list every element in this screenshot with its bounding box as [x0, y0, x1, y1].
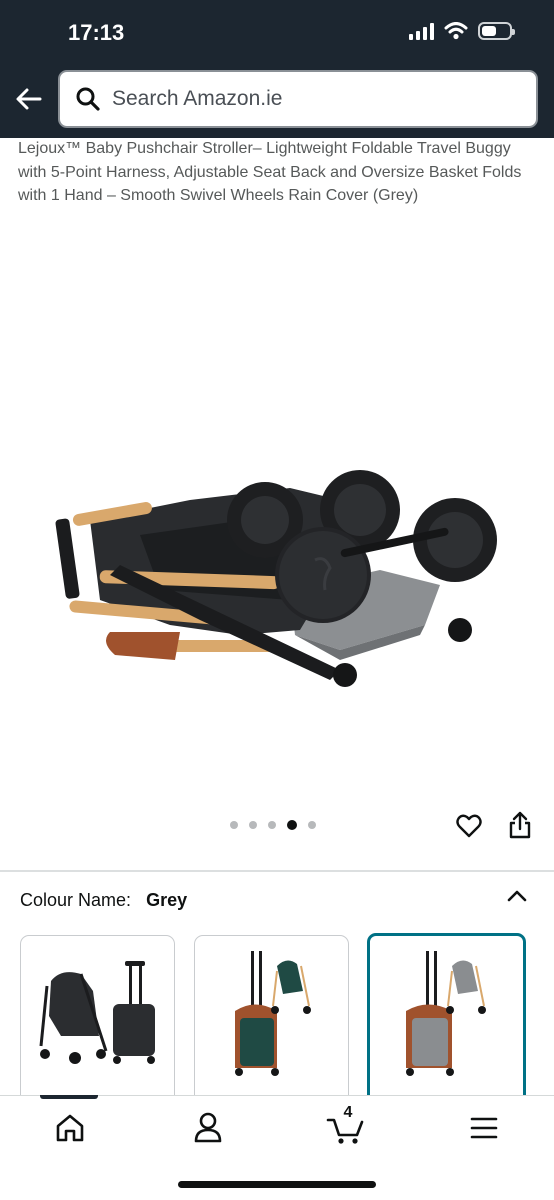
- carousel-dot-active[interactable]: [287, 820, 297, 830]
- swatch-image: [406, 951, 486, 1076]
- colour-selector-header[interactable]: Colour Name: Grey: [20, 890, 187, 911]
- product-title: Lejoux™ Baby Pushchair Stroller– Lightwe…: [18, 140, 522, 204]
- battery-icon: [478, 22, 515, 40]
- section-divider: [0, 870, 554, 872]
- account-icon[interactable]: [188, 1110, 228, 1146]
- carousel-dots: [230, 820, 316, 830]
- wifi-icon: [444, 22, 468, 40]
- home-indicator: [178, 1181, 376, 1188]
- colour-swatch-grey-selected[interactable]: [367, 933, 526, 1105]
- colour-value: Grey: [146, 890, 188, 910]
- menu-icon[interactable]: [464, 1110, 504, 1146]
- chevron-up-icon[interactable]: [506, 888, 528, 904]
- swatch-image: [235, 951, 311, 1076]
- cellular-signal-icon: [409, 22, 434, 40]
- product-image[interactable]: [40, 460, 510, 700]
- colour-swatch-black[interactable]: [20, 935, 175, 1105]
- cart-count-badge: 4: [343, 1104, 353, 1121]
- search-bar[interactable]: [58, 70, 538, 128]
- carousel-dot[interactable]: [249, 821, 257, 829]
- swatch-image: [39, 961, 155, 1064]
- active-tab-indicator: [40, 1095, 98, 1099]
- home-icon[interactable]: [50, 1110, 90, 1146]
- status-icons: [409, 22, 515, 40]
- back-arrow-icon[interactable]: [14, 84, 44, 114]
- status-time: 17:13: [68, 20, 125, 45]
- carousel-dot[interactable]: [308, 821, 316, 829]
- colour-swatch-green[interactable]: [194, 935, 349, 1105]
- carousel-dot[interactable]: [268, 821, 276, 829]
- search-input[interactable]: [112, 87, 512, 111]
- carousel-dot[interactable]: [230, 821, 238, 829]
- share-icon[interactable]: [507, 810, 533, 840]
- search-icon: [76, 87, 100, 111]
- colour-label: Colour Name:: [20, 890, 132, 910]
- heart-icon[interactable]: [455, 812, 483, 840]
